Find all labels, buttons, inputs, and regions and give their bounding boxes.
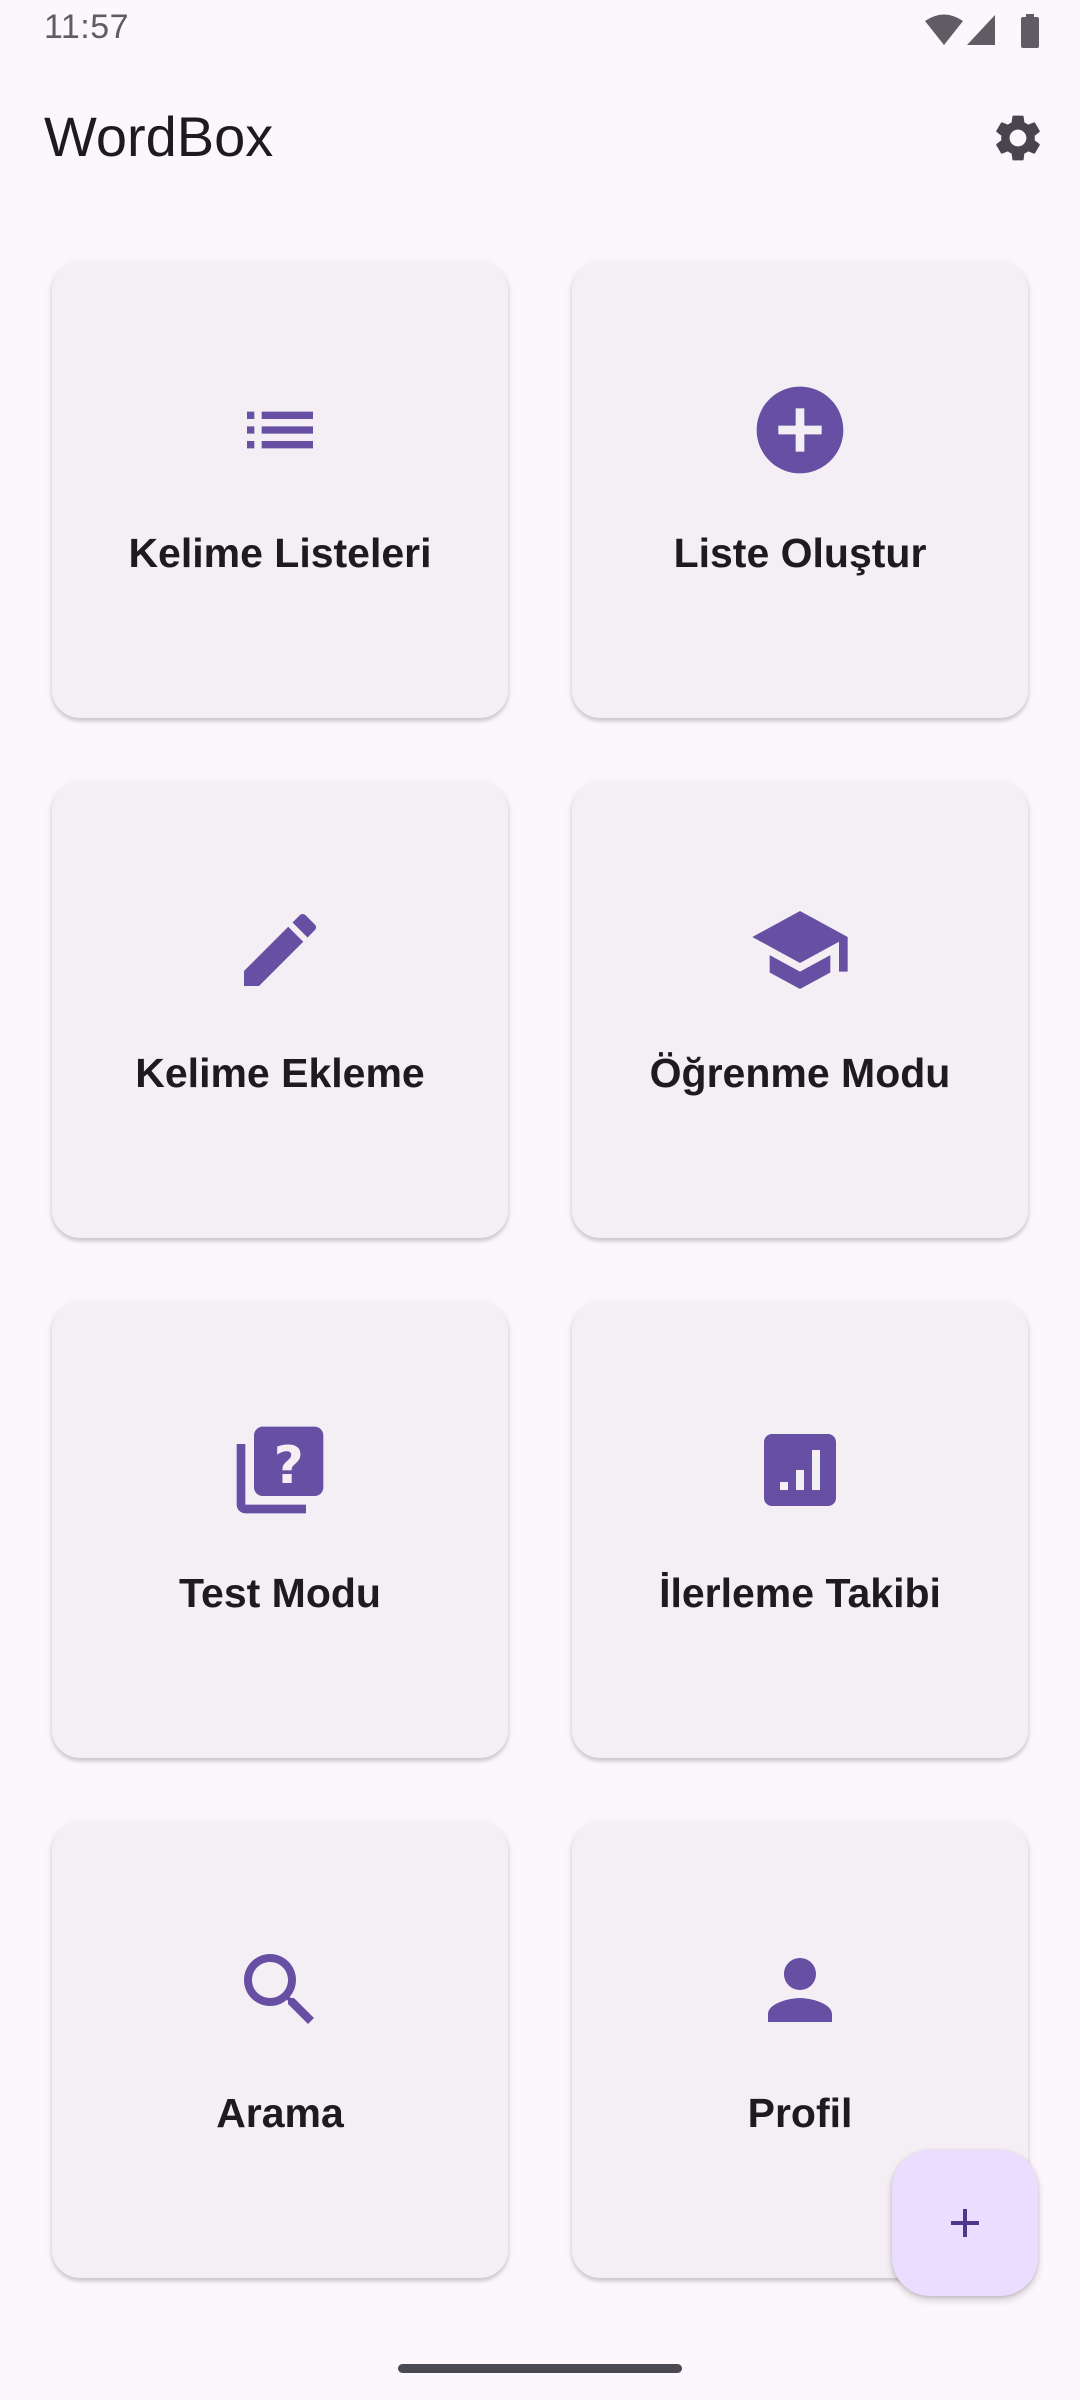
svg-text:?: ? xyxy=(274,1436,304,1496)
card-kelime-listeleri[interactable]: Kelime Listeleri xyxy=(52,262,508,718)
bar-chart-icon xyxy=(764,1434,836,1506)
pencil-icon xyxy=(244,913,317,986)
battery-icon xyxy=(1021,14,1039,48)
card-label: Kelime Ekleme xyxy=(135,1050,425,1096)
card-ilerleme-takibi[interactable]: İlerleme Takibi xyxy=(572,1302,1028,1758)
app-title: WordBox xyxy=(44,105,274,168)
gesture-nav-handle[interactable] xyxy=(398,2364,682,2373)
graduation-cap-icon xyxy=(752,911,848,989)
card-kelime-ekleme[interactable]: Kelime Ekleme xyxy=(52,782,508,1238)
cell-signal-icon xyxy=(967,15,995,45)
app-bar: WordBox xyxy=(0,64,1080,208)
add-circle-icon xyxy=(756,386,844,474)
card-ogrenme-modu[interactable]: Öğrenme Modu xyxy=(572,782,1028,1238)
card-test-modu[interactable]: ? Test Modu xyxy=(52,1302,508,1758)
card-liste-olustur[interactable]: Liste Oluştur xyxy=(572,262,1028,718)
plus-icon xyxy=(951,2209,979,2237)
wifi-icon xyxy=(925,14,963,45)
card-label: İlerleme Takibi xyxy=(659,1570,941,1616)
card-label: Öğrenme Modu xyxy=(649,1050,951,1096)
list-icon xyxy=(247,411,313,449)
add-fab-button[interactable] xyxy=(892,2150,1038,2296)
status-time: 11:57 xyxy=(44,8,130,46)
quiz-icon: ? xyxy=(236,1426,324,1514)
person-icon xyxy=(768,1958,832,2022)
status-bar: 11:57 xyxy=(0,0,1080,64)
search-icon xyxy=(244,1954,314,2024)
card-label: Test Modu xyxy=(179,1570,381,1616)
card-label: Kelime Listeleri xyxy=(128,530,432,576)
card-label: Liste Oluştur xyxy=(673,530,927,576)
card-arama[interactable]: Arama xyxy=(52,1822,508,2278)
card-label: Profil xyxy=(747,2090,853,2136)
settings-button[interactable] xyxy=(982,102,1054,174)
card-label: Arama xyxy=(216,2090,344,2136)
gear-icon xyxy=(996,115,1040,161)
